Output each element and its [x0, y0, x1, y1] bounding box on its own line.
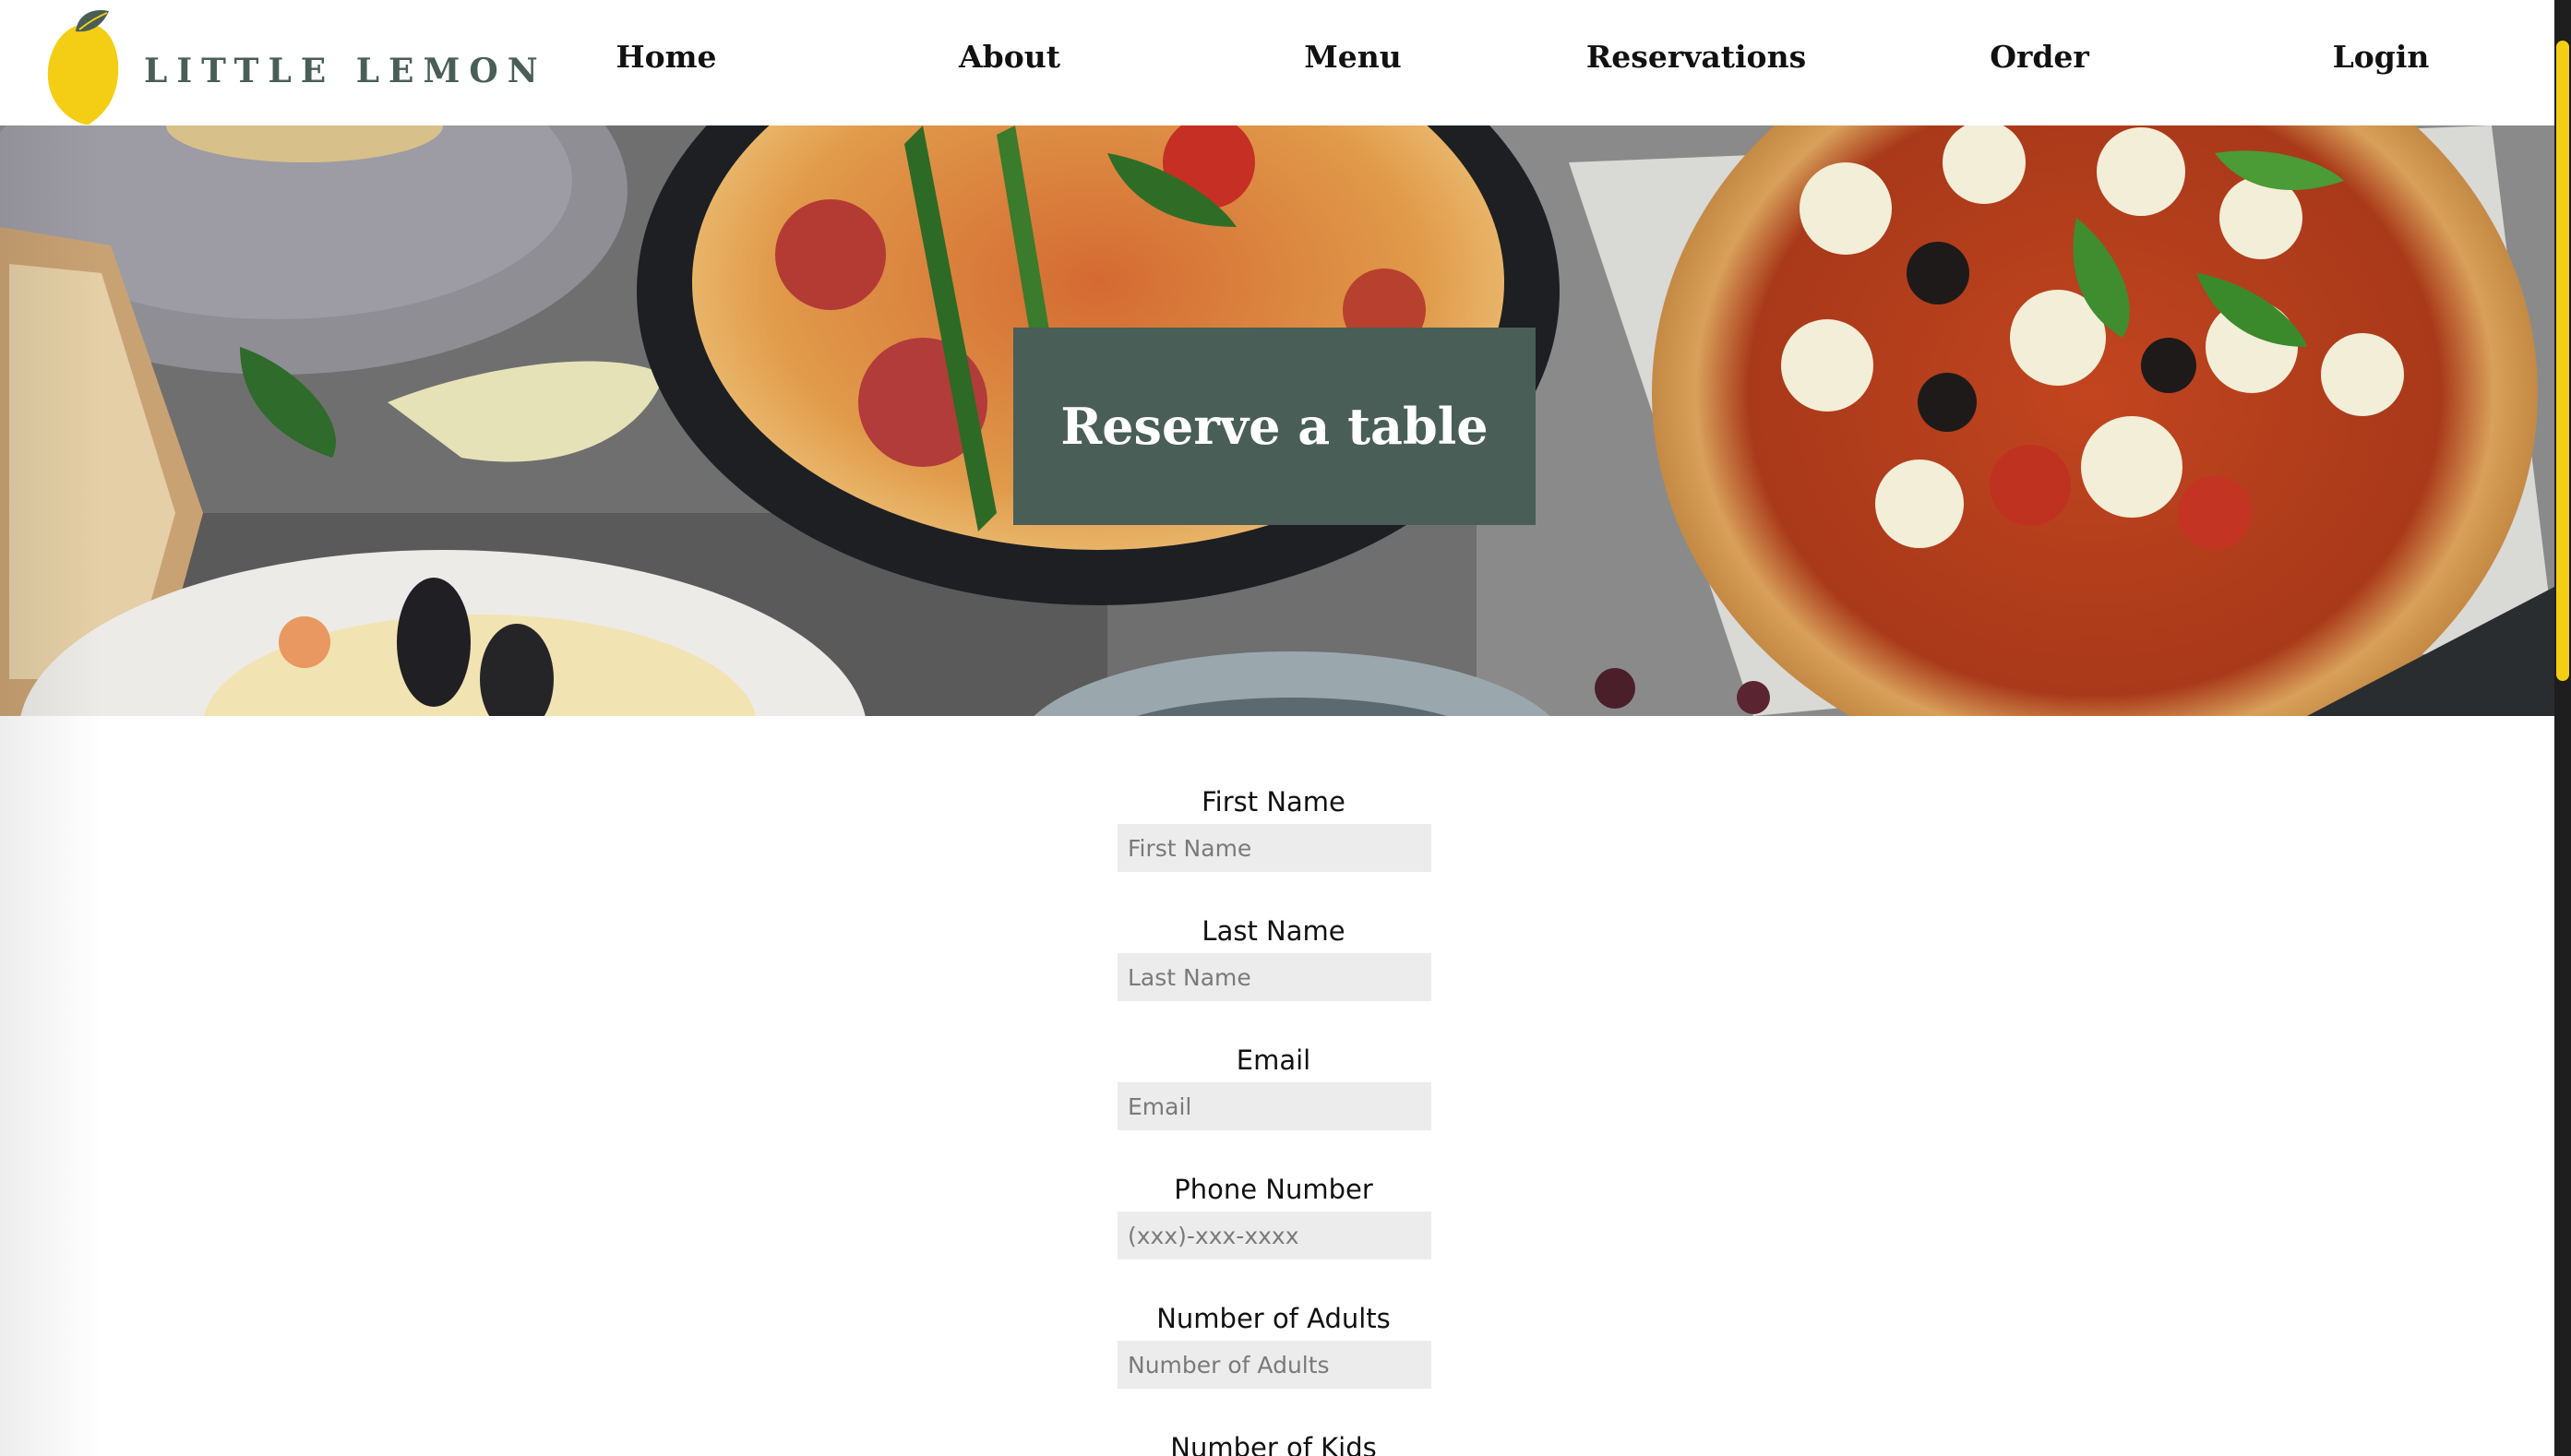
reservation-form: First Name Last Name Email Phone Number …: [0, 716, 2554, 1456]
email-label: Email: [1236, 1044, 1311, 1076]
scrollbar-thumb[interactable]: [2556, 41, 2569, 681]
first-name-label: First Name: [1202, 786, 1345, 818]
lemon-logo-icon: [47, 9, 119, 125]
first-name-input[interactable]: [1118, 824, 1431, 872]
site-header: LITTLE LEMON Home About Menu Reservation…: [0, 0, 2554, 125]
nav-menu[interactable]: Menu: [1304, 39, 1402, 85]
adults-label: Number of Adults: [1156, 1303, 1391, 1334]
phone-number-label: Phone Number: [1174, 1174, 1373, 1205]
phone-number-input[interactable]: [1118, 1211, 1431, 1259]
nav-about[interactable]: About: [959, 39, 1060, 85]
last-name-label: Last Name: [1202, 915, 1345, 947]
email-input[interactable]: [1118, 1082, 1431, 1130]
nav-reservations[interactable]: Reservations: [1586, 39, 1806, 85]
last-name-input[interactable]: [1118, 953, 1431, 1001]
brand-name: LITTLE LEMON: [144, 52, 547, 90]
page-title: Reserve a table: [1060, 397, 1489, 456]
nav-login[interactable]: Login: [2333, 39, 2430, 85]
nav-home[interactable]: Home: [616, 39, 716, 85]
adults-input[interactable]: [1118, 1341, 1431, 1389]
kids-label: Number of Kids: [1170, 1432, 1377, 1456]
nav-order[interactable]: Order: [1990, 39, 2089, 85]
logo[interactable]: LITTLE LEMON: [44, 4, 538, 125]
reserve-title-box: Reserve a table: [1013, 328, 1536, 525]
reservation-page: LITTLE LEMON Home About Menu Reservation…: [0, 0, 2571, 1456]
